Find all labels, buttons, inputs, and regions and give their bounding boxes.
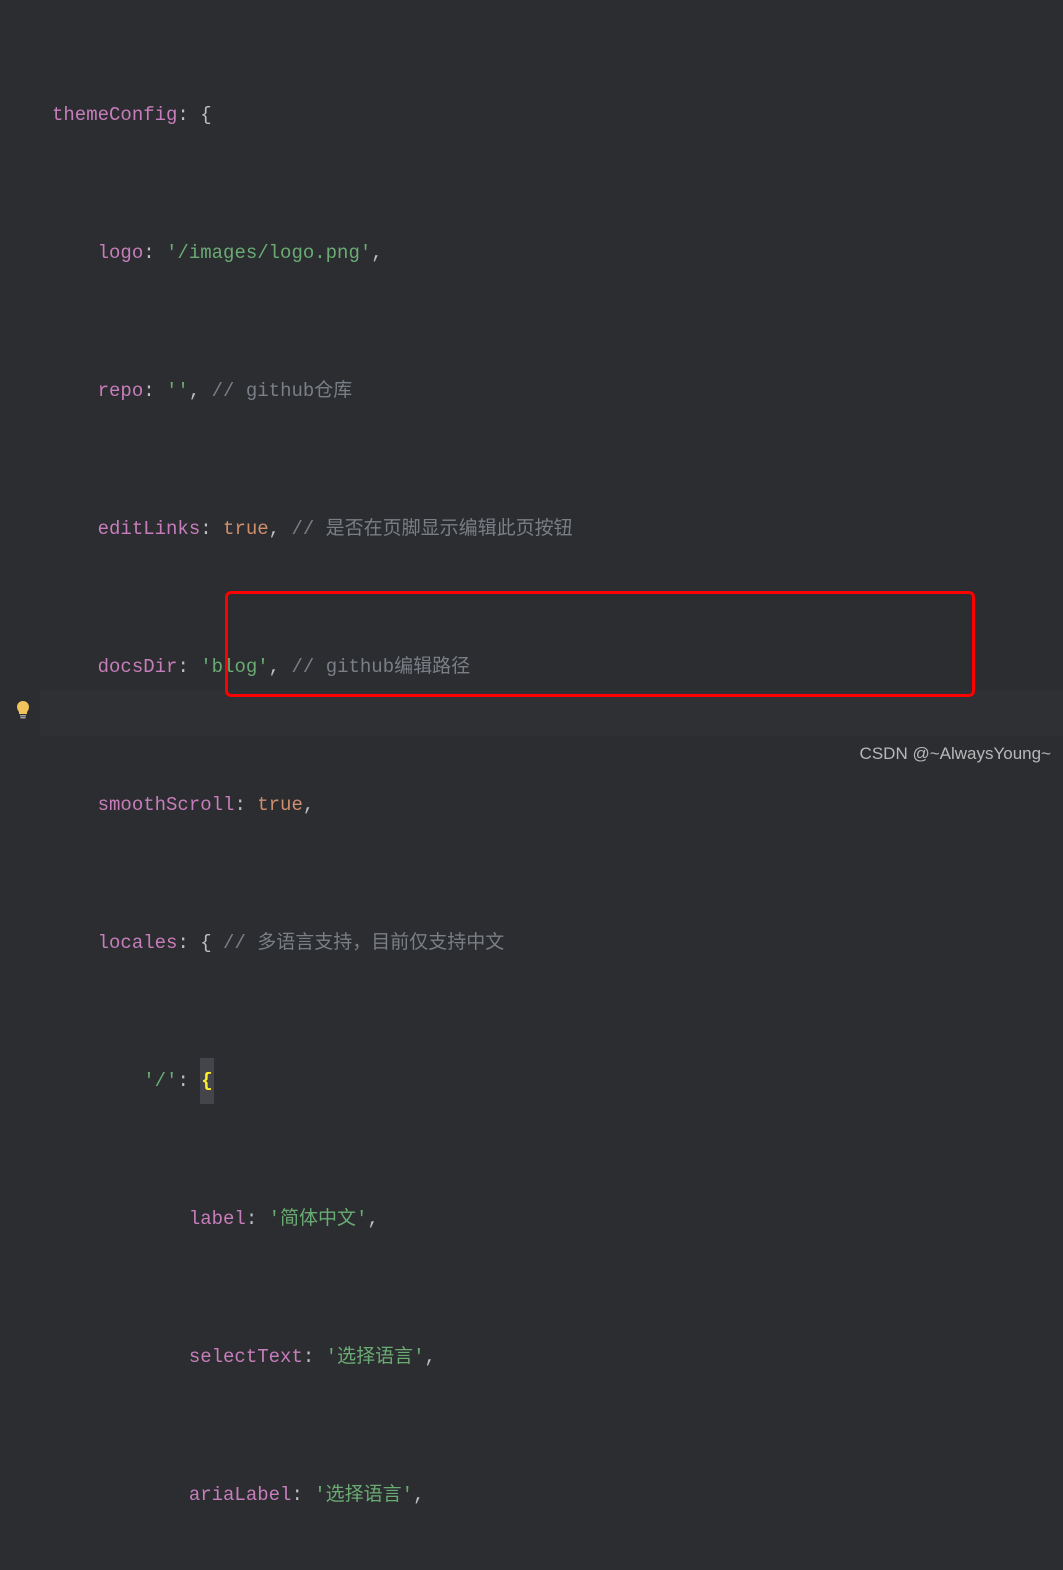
code-line: smoothScroll: true, (52, 782, 675, 828)
property: selectText (189, 1334, 303, 1380)
punctuation: : (291, 1472, 314, 1518)
code-line: ariaLabel: '选择语言', (52, 1472, 675, 1518)
punctuation: : (143, 230, 166, 276)
punctuation: : { (177, 92, 211, 138)
watermark: CSDN @~AlwaysYoung~ (860, 731, 1051, 777)
code-line: docsDir: 'blog', // github编辑路径 (52, 644, 675, 690)
comment: // github仓库 (212, 368, 353, 414)
property: docsDir (98, 644, 178, 690)
punctuation: : (200, 506, 223, 552)
property: smoothScroll (98, 782, 235, 828)
string: '选择语言' (326, 1334, 425, 1380)
code-line: label: '简体中文', (52, 1196, 675, 1242)
property: editLinks (98, 506, 201, 552)
comment: // 是否在页脚显示编辑此页按钮 (291, 506, 572, 552)
comment: // 多语言支持，目前仅支持中文 (223, 920, 504, 966)
property: locales (98, 920, 178, 966)
lightbulb-icon[interactable] (14, 701, 32, 719)
string: '' (166, 368, 189, 414)
code-line: themeConfig: { (52, 92, 675, 138)
editor-gutter (0, 0, 40, 785)
string: '选择语言' (314, 1472, 413, 1518)
code-editor[interactable]: themeConfig: { logo: '/images/logo.png',… (52, 0, 675, 1570)
property: logo (98, 230, 144, 276)
boolean: true (257, 782, 303, 828)
punctuation: : (303, 1334, 326, 1380)
property: label (189, 1196, 246, 1242)
punctuation: , (367, 1196, 378, 1242)
punctuation: : (234, 782, 257, 828)
code-line: locales: { // 多语言支持，目前仅支持中文 (52, 920, 675, 966)
punctuation: , (413, 1472, 424, 1518)
punctuation: : (177, 1058, 200, 1104)
punctuation: , (303, 782, 314, 828)
punctuation: , (424, 1334, 435, 1380)
punctuation: : (143, 368, 166, 414)
property: repo (98, 368, 144, 414)
code-line: repo: '', // github仓库 (52, 368, 675, 414)
string: '简体中文' (269, 1196, 368, 1242)
code-line: '/': { (52, 1058, 675, 1104)
property: themeConfig (52, 92, 177, 138)
property: ariaLabel (189, 1472, 292, 1518)
string: '/images/logo.png' (166, 230, 371, 276)
code-line: selectText: '选择语言', (52, 1334, 675, 1380)
punctuation: , (189, 368, 212, 414)
punctuation: , (269, 644, 292, 690)
string: '/' (143, 1058, 177, 1104)
punctuation: : (177, 644, 200, 690)
punctuation: : { (177, 920, 223, 966)
code-line: logo: '/images/logo.png', (52, 230, 675, 276)
boolean: true (223, 506, 269, 552)
code-line: editLinks: true, // 是否在页脚显示编辑此页按钮 (52, 506, 675, 552)
brace-match: { (200, 1058, 213, 1104)
punctuation: : (246, 1196, 269, 1242)
comment: // github编辑路径 (291, 644, 470, 690)
string: 'blog' (200, 644, 268, 690)
punctuation: , (371, 230, 382, 276)
punctuation: , (269, 506, 292, 552)
